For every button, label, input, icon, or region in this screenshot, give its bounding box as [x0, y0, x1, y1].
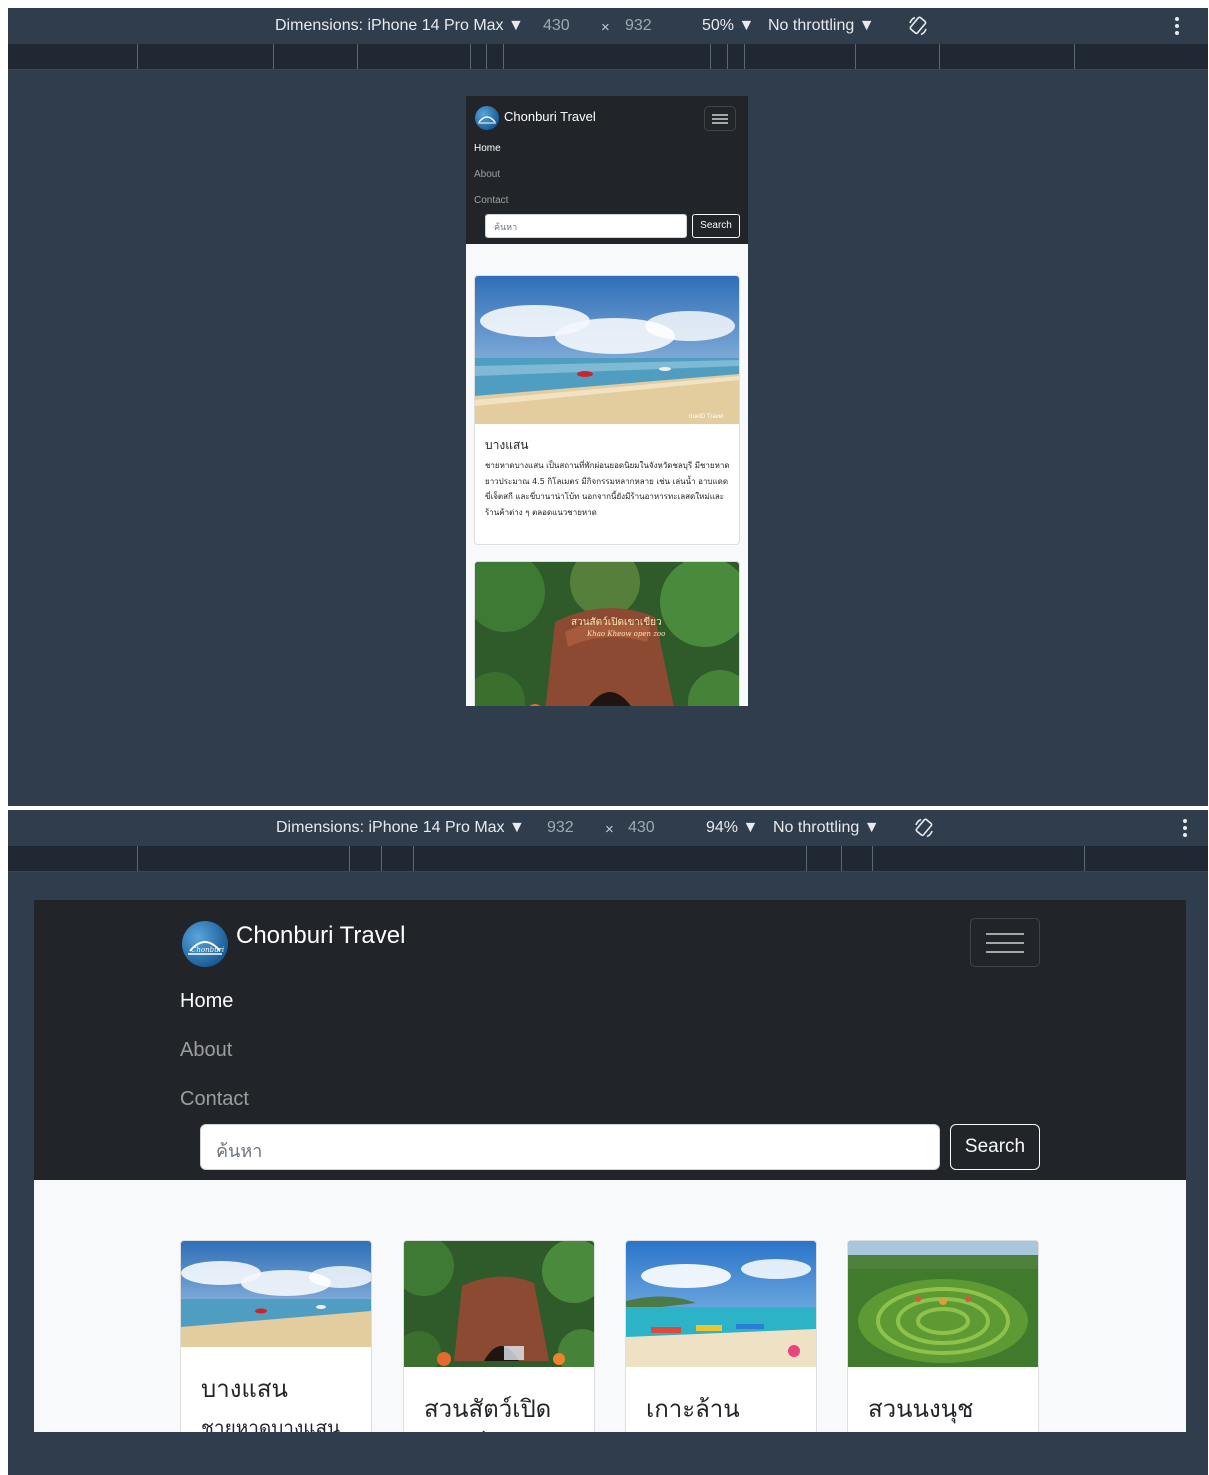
rotate-icon[interactable] — [907, 15, 929, 37]
card-title-line2: เขาเขียว — [424, 1423, 514, 1432]
device-toolbar: Dimensions: iPhone 14 Pro Max ▼ 430 × 93… — [8, 8, 1208, 44]
search-button[interactable]: Search — [950, 1124, 1040, 1170]
nav-home[interactable]: Home — [180, 990, 233, 1013]
devtools-pane-landscape: Dimensions: iPhone 14 Pro Max ▼ 932 × 43… — [8, 810, 1208, 1475]
card-khao-kheow[interactable]: สวนสัตว์เปิด เขาเขียว — [403, 1240, 595, 1432]
card-image-zoo — [404, 1241, 594, 1367]
media-query-ruler — [8, 846, 1208, 872]
card-image-beach — [181, 1241, 371, 1347]
search-input[interactable]: ค้นหา — [200, 1124, 940, 1170]
more-options-icon[interactable] — [1174, 16, 1180, 36]
nav-about[interactable]: About — [180, 1039, 232, 1062]
card-grid: บางแสน ชายหาดบางแสน สวนสัตว์เปิด เกาะล้า… — [34, 1180, 1186, 1432]
landscape-viewport: Chonburi Chonburi Travel Home About Cont… — [34, 900, 1186, 1432]
card-image-zoo: สวนสัตว์เปิดเขาเขียว Khao Kheow open zoo — [475, 562, 739, 706]
zoom-select[interactable]: 50% ▼ — [702, 17, 754, 35]
zoom-select[interactable]: 94% ▼ — [706, 819, 758, 837]
more-options-icon[interactable] — [1182, 818, 1188, 838]
card-title: เกาะล้าน — [646, 1395, 740, 1423]
card-title: บางแสน — [485, 438, 529, 452]
card-koh-larn[interactable]: เกาะล้าน — [625, 1240, 817, 1432]
throttling-select[interactable]: No throttling ▼ — [768, 17, 875, 35]
nav-about[interactable]: About — [474, 169, 500, 180]
card-bangsaen[interactable]: บางแสน ชายหาดบางแสน — [180, 1240, 372, 1432]
card-nong-nooch[interactable]: สวนนงนุช — [847, 1240, 1039, 1432]
image-watermark: trueID Travel — [689, 414, 723, 420]
navbar: Chonburi Chonburi Travel Home About Cont… — [34, 900, 1186, 1180]
card-text: ชายหาดบางแสน — [201, 1417, 341, 1432]
card-list: trueID Travel บางแสน ชายหาดบางแสน เป็นสถ… — [466, 244, 748, 706]
rotate-icon[interactable] — [913, 817, 935, 839]
search-button[interactable]: Search — [692, 214, 740, 238]
height-input[interactable]: 932 — [625, 17, 652, 35]
navbar: Chonburi Travel Home About Contact ค้นหา… — [466, 96, 748, 244]
throttling-select[interactable]: No throttling ▼ — [773, 819, 880, 837]
menu-toggle-button[interactable] — [704, 106, 736, 131]
height-input[interactable]: 430 — [628, 819, 655, 837]
menu-toggle-button[interactable] — [970, 918, 1040, 967]
card-image-garden — [848, 1241, 1038, 1367]
brand-logo[interactable]: Chonburi — [182, 921, 228, 967]
brand-name[interactable]: Chonburi Travel — [236, 922, 405, 950]
brand-name[interactable]: Chonburi Travel — [504, 109, 596, 124]
nav-home[interactable]: Home — [474, 143, 501, 154]
devtools-pane-portrait: Dimensions: iPhone 14 Pro Max ▼ 430 × 93… — [8, 8, 1208, 806]
nav-contact[interactable]: Contact — [474, 195, 508, 206]
width-input[interactable]: 932 — [547, 819, 574, 837]
zoo-sign-text: สวนสัตว์เปิดเขาเขียว — [571, 616, 662, 628]
device-select[interactable]: Dimensions: iPhone 14 Pro Max ▼ — [275, 17, 524, 35]
search-input[interactable]: ค้นหา — [485, 214, 687, 238]
device-select[interactable]: Dimensions: iPhone 14 Pro Max ▼ — [276, 819, 525, 837]
media-query-ruler — [8, 44, 1208, 70]
card-title: บางแสน — [201, 1375, 288, 1403]
card-title: สวนนงนุช — [868, 1395, 974, 1423]
card-image-island — [626, 1241, 816, 1367]
device-toolbar: Dimensions: iPhone 14 Pro Max ▼ 932 × 43… — [8, 810, 1208, 846]
width-input[interactable]: 430 — [543, 17, 570, 35]
card-khao-kheow[interactable]: สวนสัตว์เปิดเขาเขียว Khao Kheow open zoo — [474, 561, 740, 706]
card-image-beach: trueID Travel — [475, 276, 739, 424]
nav-contact[interactable]: Contact — [180, 1088, 249, 1111]
logo-text: Chonburi — [191, 946, 224, 954]
card-bangsaen[interactable]: trueID Travel บางแสน ชายหาดบางแสน เป็นสถ… — [474, 275, 740, 545]
card-text: ชายหาดบางแสน เป็นสถานที่พักผ่อนยอดนิยมใน… — [485, 461, 730, 517]
zoo-sign-subtext: Khao Kheow open zoo — [586, 630, 665, 638]
dimension-separator: × — [601, 19, 610, 36]
dimension-separator: × — [605, 821, 614, 838]
brand-logo[interactable] — [475, 106, 499, 130]
mobile-viewport: Chonburi Travel Home About Contact ค้นหา… — [466, 96, 748, 706]
